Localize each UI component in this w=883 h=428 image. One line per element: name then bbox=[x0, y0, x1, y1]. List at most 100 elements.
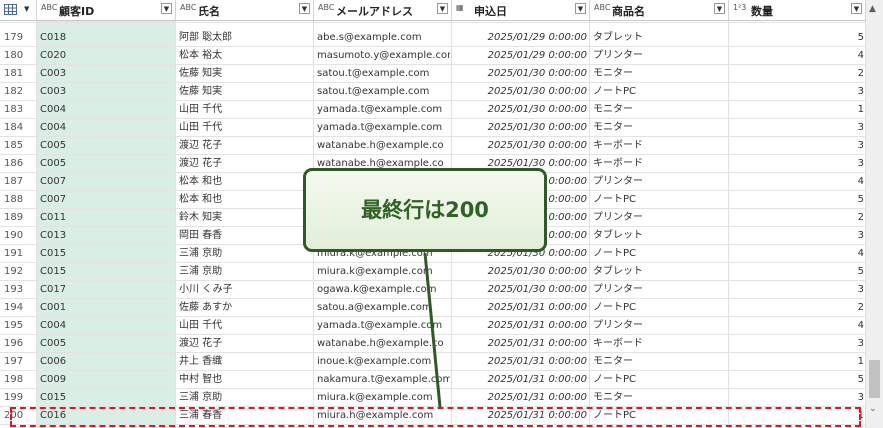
cell-date[interactable]: 2025/01/30 0:00:00 bbox=[452, 65, 587, 83]
table-row[interactable]: 199 C015 三浦 京助 miura.k@example.com 2025/01/3… bbox=[0, 389, 866, 407]
cell-qty[interactable]: 3 bbox=[729, 119, 864, 137]
cell-date[interactable]: 2025/01/30 0:00:00 bbox=[452, 119, 587, 137]
column-header[interactable]: 1²3 数量 ▼ bbox=[729, 0, 866, 20]
chevron-down-icon[interactable]: ▼ bbox=[714, 3, 725, 14]
cell-email[interactable]: nakamura.t@example.com bbox=[317, 371, 450, 389]
cell-email[interactable]: inoue.k@example.com bbox=[317, 353, 450, 371]
cell-date[interactable]: 2025/01/30 0:00:00 bbox=[452, 281, 587, 299]
cell-id[interactable]: C004 bbox=[40, 101, 174, 119]
column-header[interactable]: ABC メールアドレス ▼ bbox=[314, 0, 452, 20]
cell-id[interactable]: C007 bbox=[40, 173, 174, 191]
cell-id[interactable]: C007 bbox=[40, 191, 174, 209]
cell-id[interactable]: C003 bbox=[40, 83, 174, 101]
cell-qty[interactable]: 5 bbox=[729, 371, 864, 389]
cell-email[interactable]: miura.k@example.com bbox=[317, 263, 450, 281]
column-header[interactable]: ABC 商品名 ▼ bbox=[590, 0, 729, 20]
cell-product[interactable]: モニター bbox=[593, 101, 727, 119]
cell-id[interactable]: C015 bbox=[40, 263, 174, 281]
cell-id[interactable]: C005 bbox=[40, 137, 174, 155]
cell-name[interactable]: 渡辺 花子 bbox=[179, 137, 312, 155]
cell-date[interactable]: 2025/01/31 0:00:00 bbox=[452, 371, 587, 389]
chevron-down-icon[interactable]: ▼ bbox=[437, 3, 448, 14]
table-row[interactable]: 197 C006 井上 香織 inoue.k@example.com 2025/01/3… bbox=[0, 353, 866, 371]
cell-id[interactable]: C005 bbox=[40, 335, 174, 353]
cell-name[interactable]: 佐藤 あすか bbox=[179, 299, 312, 317]
cell-date[interactable]: 2025/01/30 0:00:00 bbox=[452, 263, 587, 281]
cell-date[interactable]: 2025/01/31 0:00:00 bbox=[452, 299, 587, 317]
cell-name[interactable]: 渡辺 花子 bbox=[179, 335, 312, 353]
table-row[interactable]: 185 C005 渡辺 花子 watanabe.h@example.co 2025/01… bbox=[0, 137, 866, 155]
cell-email[interactable]: satou.t@example.com bbox=[317, 65, 450, 83]
vertical-scrollbar[interactable]: ▲ ⌄ bbox=[866, 0, 883, 428]
cell-product[interactable]: タブレット bbox=[593, 263, 727, 281]
cell-product[interactable]: プリンター bbox=[593, 317, 727, 335]
cell-name[interactable]: 佐藤 知実 bbox=[179, 65, 312, 83]
cell-date[interactable]: 2025/01/30 0:00:00 bbox=[452, 137, 587, 155]
cell-id[interactable]: C011 bbox=[40, 209, 174, 227]
cell-qty[interactable]: 3 bbox=[729, 389, 864, 407]
cell-name[interactable]: 井上 香織 bbox=[179, 353, 312, 371]
cell-product[interactable]: ノートPC bbox=[593, 371, 727, 389]
cell-date[interactable]: 2025/01/30 0:00:00 bbox=[452, 83, 587, 101]
cell-qty[interactable]: 4 bbox=[729, 47, 864, 65]
cell-name[interactable]: 三浦 京助 bbox=[179, 263, 312, 281]
cell-product[interactable]: キーボード bbox=[593, 155, 727, 173]
cell-email[interactable]: ogawa.k@example.com bbox=[317, 281, 450, 299]
table-row[interactable]: 180 C020 松本 裕太 masumoto.y@example.com 2025/0… bbox=[0, 47, 866, 65]
cell-id[interactable]: C006 bbox=[40, 353, 174, 371]
cell-qty[interactable]: 3 bbox=[729, 83, 864, 101]
cell-id[interactable]: C003 bbox=[40, 65, 174, 83]
cell-id[interactable]: C015 bbox=[40, 245, 174, 263]
table-row[interactable]: 198 C009 中村 智也 nakamura.t@example.com 2025/0… bbox=[0, 371, 866, 389]
cell-product[interactable]: ノートPC bbox=[593, 245, 727, 263]
table-row[interactable]: 179 C018 阿部 聡太郎 abe.s@example.com 2025/01/29… bbox=[0, 29, 866, 47]
cell-id[interactable]: C013 bbox=[40, 227, 174, 245]
cell-qty[interactable]: 4 bbox=[729, 317, 864, 335]
cell-qty[interactable]: 5 bbox=[729, 191, 864, 209]
cell-name[interactable]: 松本 和也 bbox=[179, 191, 312, 209]
table-row[interactable]: 183 C004 山田 千代 yamada.t@example.com 2025/01/… bbox=[0, 101, 866, 119]
cell-name[interactable]: 渡辺 花子 bbox=[179, 155, 312, 173]
cell-name[interactable]: 松本 裕太 bbox=[179, 47, 312, 65]
cell-name[interactable]: 鈴木 知実 bbox=[179, 209, 312, 227]
cell-id[interactable]: C017 bbox=[40, 281, 174, 299]
cell-email[interactable]: miura.k@example.com bbox=[317, 389, 450, 407]
cell-qty[interactable]: 4 bbox=[729, 173, 864, 191]
chevron-down-icon[interactable]: ⌄ bbox=[869, 404, 877, 414]
cell-name[interactable]: 佐藤 知実 bbox=[179, 83, 312, 101]
cell-qty[interactable]: 5 bbox=[729, 263, 864, 281]
cell-id[interactable]: C018 bbox=[40, 29, 174, 47]
column-header[interactable]: ABC 氏名 ▼ bbox=[176, 0, 314, 20]
cell-date[interactable]: 2025/01/29 0:00:00 bbox=[452, 47, 587, 65]
cell-product[interactable]: プリンター bbox=[593, 209, 727, 227]
cell-qty[interactable]: 5 bbox=[729, 29, 864, 47]
cell-product[interactable]: モニター bbox=[593, 353, 727, 371]
cell-name[interactable]: 小川 くみ子 bbox=[179, 281, 312, 299]
cell-product[interactable]: プリンター bbox=[593, 281, 727, 299]
triangle-up-icon[interactable]: ▲ bbox=[869, 4, 876, 14]
cell-name[interactable]: 岡田 春香 bbox=[179, 227, 312, 245]
scrollbar-thumb[interactable] bbox=[869, 360, 880, 398]
column-header[interactable]: ABC 顧客ID ▼ bbox=[37, 0, 176, 20]
cell-email[interactable]: yamada.t@example.com bbox=[317, 317, 450, 335]
cell-product[interactable]: ノートPC bbox=[593, 83, 727, 101]
cell-qty[interactable]: 3 bbox=[729, 227, 864, 245]
cell-qty[interactable]: 3 bbox=[729, 137, 864, 155]
cell-date[interactable]: 2025/01/31 0:00:00 bbox=[452, 317, 587, 335]
cell-email[interactable]: yamada.t@example.com bbox=[317, 101, 450, 119]
cell-id[interactable]: C005 bbox=[40, 155, 174, 173]
cell-qty[interactable]: 3 bbox=[729, 335, 864, 353]
column-header[interactable]: ▦ 申込日 ▼ bbox=[452, 0, 590, 20]
cell-date[interactable]: 2025/01/30 0:00:00 bbox=[452, 101, 587, 119]
cell-date[interactable]: 2025/01/31 0:00:00 bbox=[452, 353, 587, 371]
cell-id[interactable]: C020 bbox=[40, 47, 174, 65]
cell-email[interactable]: yamada.t@example.com bbox=[317, 119, 450, 137]
cell-qty[interactable]: 1 bbox=[729, 101, 864, 119]
cell-qty[interactable]: 3 bbox=[729, 281, 864, 299]
table-row[interactable]: 184 C004 山田 千代 yamada.t@example.com 2025/01/… bbox=[0, 119, 866, 137]
cell-product[interactable]: モニター bbox=[593, 119, 727, 137]
cell-product[interactable]: モニター bbox=[593, 65, 727, 83]
cell-id[interactable]: C009 bbox=[40, 371, 174, 389]
cell-product[interactable]: キーボード bbox=[593, 335, 727, 353]
cell-name[interactable]: 山田 千代 bbox=[179, 119, 312, 137]
